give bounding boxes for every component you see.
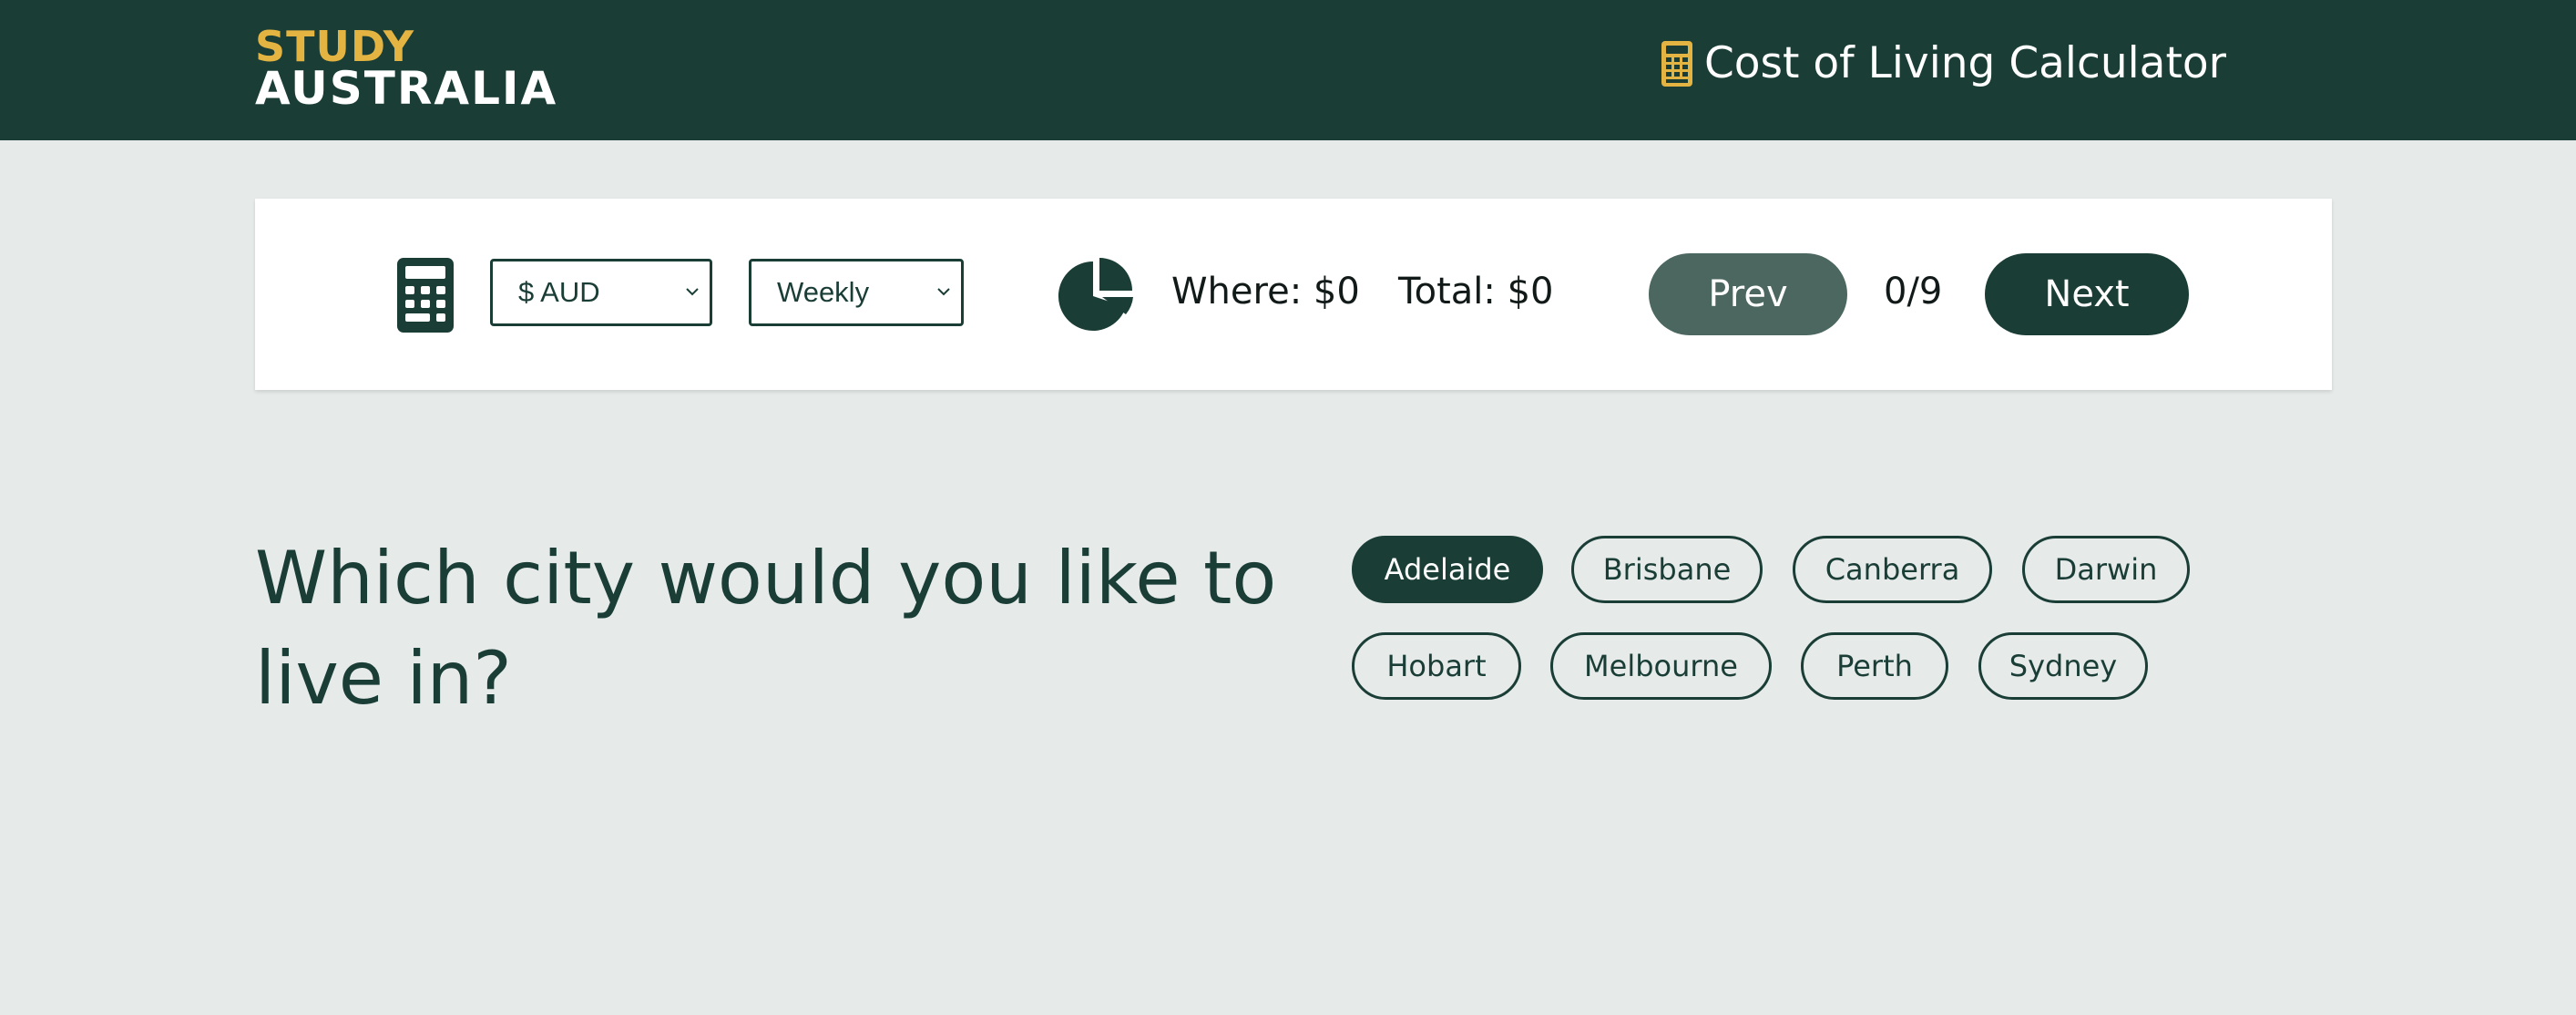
calculator-toolbar: $ AUD Weekly Where: $0 Total: $0 Prev 0/… xyxy=(255,199,2332,390)
page-title: Cost of Living Calculator xyxy=(1661,36,2226,91)
step-counter: 0/9 xyxy=(1884,271,1943,313)
period-select[interactable]: Weekly xyxy=(749,259,964,326)
question-heading: Which city would you like to live in? xyxy=(255,536,1277,721)
city-option-adelaide[interactable]: Adelaide xyxy=(1352,536,1543,603)
pie-chart-icon xyxy=(1058,258,1133,331)
site-header: STUDY AUSTRALIA Cost of Living Calculato… xyxy=(0,0,2576,140)
city-option-brisbane[interactable]: Brisbane xyxy=(1571,536,1763,603)
total-cost: Total: $0 xyxy=(1398,271,1554,313)
chevron-down-icon xyxy=(937,288,950,296)
next-button[interactable]: Next xyxy=(1985,253,2189,335)
calculator-icon xyxy=(1661,41,1692,87)
period-select-value: Weekly xyxy=(777,276,870,308)
city-option-perth[interactable]: Perth xyxy=(1801,632,1948,700)
chevron-down-icon xyxy=(686,288,699,296)
city-option-hobart[interactable]: Hobart xyxy=(1352,632,1521,700)
currency-select-value: $ AUD xyxy=(518,276,600,308)
city-option-sydney[interactable]: Sydney xyxy=(1978,632,2148,700)
logo-australia-text: AUSTRALIA xyxy=(255,62,558,115)
page-title-text: Cost of Living Calculator xyxy=(1703,38,2226,88)
currency-select[interactable]: $ AUD xyxy=(490,259,712,326)
city-option-canberra[interactable]: Canberra xyxy=(1793,536,1992,603)
calculator-icon xyxy=(397,258,454,333)
study-australia-logo[interactable]: STUDY AUSTRALIA xyxy=(255,26,557,111)
city-option-melbourne[interactable]: Melbourne xyxy=(1550,632,1772,700)
where-cost: Where: $0 xyxy=(1171,271,1360,313)
logo-study-text: STUDY xyxy=(255,22,415,71)
prev-button[interactable]: Prev xyxy=(1649,253,1847,335)
city-option-darwin[interactable]: Darwin xyxy=(2022,536,2190,603)
